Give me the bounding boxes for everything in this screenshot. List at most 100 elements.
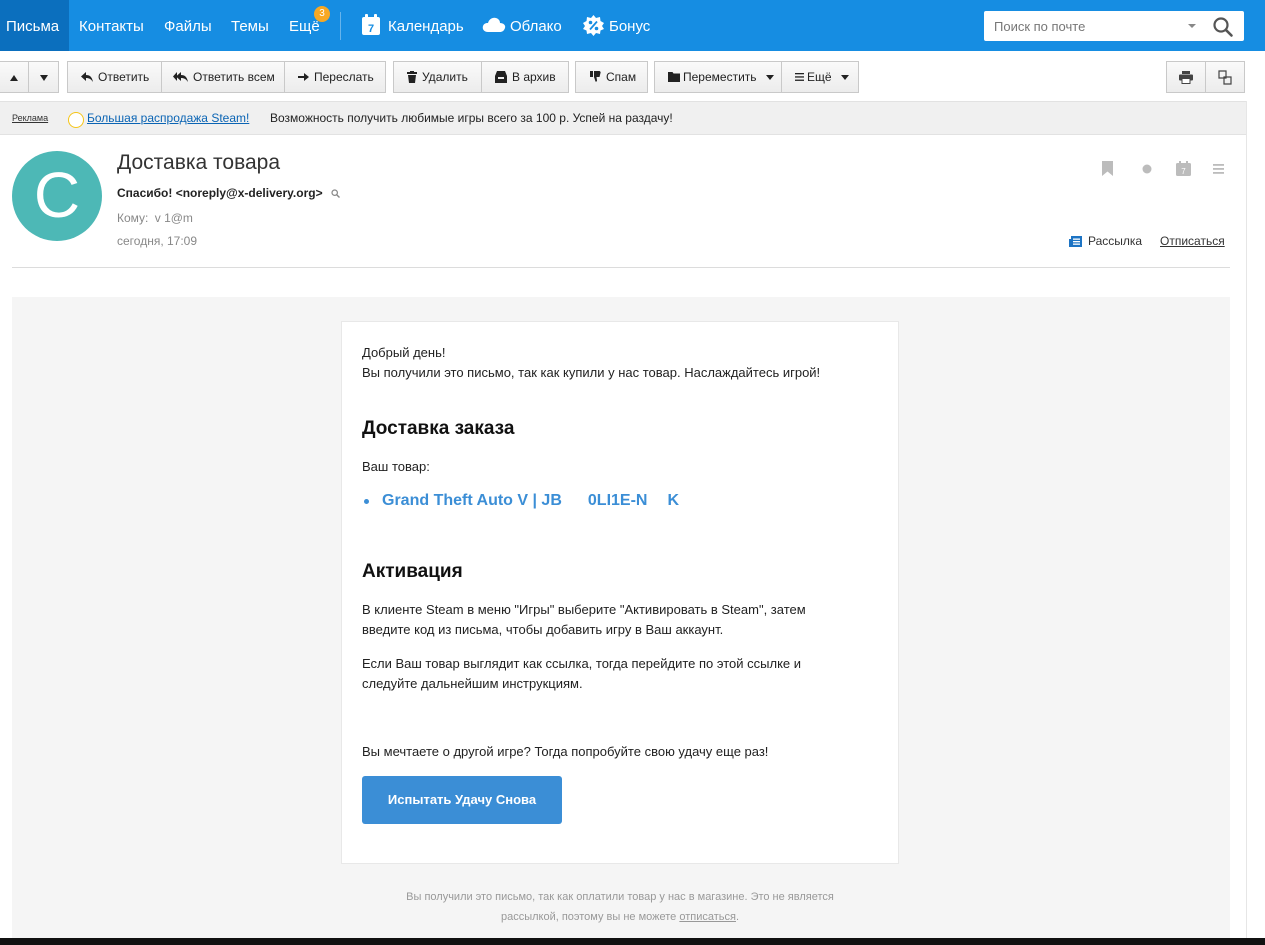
search-input[interactable] xyxy=(984,11,1184,41)
nav-cloud[interactable]: Облако xyxy=(510,0,562,51)
ad-link[interactable]: Большая распродажа Steam! xyxy=(87,102,249,135)
to-label: Кому: xyxy=(117,211,149,225)
search-icon[interactable] xyxy=(331,189,340,199)
message-toolbar: Ответить Ответить всем Переслать Удалить… xyxy=(0,51,1265,101)
delete-label: Удалить xyxy=(422,70,468,84)
nav-bonus[interactable]: Бонус xyxy=(609,0,650,51)
to-address[interactable]: v 1@m xyxy=(155,211,193,225)
spam-button[interactable]: Спам xyxy=(575,61,648,93)
footer-line-2-end: . xyxy=(735,911,740,923)
nav-divider xyxy=(340,12,341,40)
search-box xyxy=(984,11,1244,41)
email-card: Добрый день! Вы получили это письмо, так… xyxy=(341,321,899,864)
nav-tab-files[interactable]: Файлы xyxy=(164,0,212,51)
reply-icon xyxy=(81,71,93,82)
nav-tab-mail[interactable]: Письма xyxy=(0,0,69,51)
bonus-percent-icon xyxy=(583,15,604,36)
try-luck-again-button[interactable]: Испытать Удачу Снова xyxy=(362,776,562,824)
search-dropdown-caret-icon[interactable] xyxy=(1188,24,1196,28)
prev-message-button[interactable] xyxy=(0,61,29,93)
activation-line-2: введите код из письма, чтобы добавить иг… xyxy=(362,622,724,637)
footer-unsubscribe-link[interactable]: отписаться xyxy=(679,911,736,923)
spam-label: Спам xyxy=(606,70,637,84)
activation-heading: Активация xyxy=(362,561,463,582)
product-code-end: K xyxy=(667,492,680,509)
next-message-button[interactable] xyxy=(28,61,59,93)
message-date: сегодня, 17:09 xyxy=(117,234,198,248)
ad-circle-icon xyxy=(68,112,84,128)
nav-calendar[interactable]: Календарь xyxy=(388,0,464,51)
chevron-down-icon xyxy=(765,75,774,81)
product-link[interactable]: Grand Theft Auto V | JB 0LI1E-N K xyxy=(364,492,680,510)
list-bullet xyxy=(364,499,369,504)
activation-line-1: В клиенте Steam в меню "Игры" выберите "… xyxy=(362,602,806,617)
calendar-icon[interactable]: 7 xyxy=(1176,161,1191,176)
calendar-icon-day: 7 xyxy=(368,23,374,35)
link-instructions-line-2: следуйте дальнейшим инструкциям. xyxy=(362,676,583,691)
chevron-down-icon xyxy=(840,75,849,81)
reply-all-button[interactable]: Ответить всем xyxy=(161,61,285,93)
bookmark-icon[interactable] xyxy=(1101,161,1114,176)
document-convert-icon xyxy=(1218,70,1232,85)
move-dropdown-button[interactable]: Переместить xyxy=(654,61,782,93)
footer-note: Вы получили это письмо, так как оплатили… xyxy=(370,887,870,927)
translate-button[interactable] xyxy=(1205,61,1245,93)
dream-text: Вы мечтаете о другой игре? Тогда попробу… xyxy=(362,744,769,759)
menu-lines-icon xyxy=(795,72,804,81)
sender-address[interactable]: Спасибо! <noreply@x-delivery.org> xyxy=(117,186,323,200)
newsletter-badge: Рассылка xyxy=(1069,234,1142,248)
calendar-icon-day: 7 xyxy=(1181,167,1186,176)
search-icon[interactable] xyxy=(1212,16,1234,38)
window-bottom-edge xyxy=(0,938,1265,945)
unsubscribe-link[interactable]: Отписаться xyxy=(1160,234,1225,248)
newsletter-label: Рассылка xyxy=(1088,234,1143,248)
thumbs-down-icon xyxy=(590,71,601,83)
nav-tab-mail-label: Письма xyxy=(6,18,60,35)
ad-label[interactable]: Реклама xyxy=(12,102,48,135)
nav-tab-themes-label: Темы xyxy=(231,18,269,35)
scrollbar[interactable] xyxy=(1246,101,1265,945)
nav-calendar-label: Календарь xyxy=(388,18,464,35)
newsletter-icon xyxy=(1069,236,1082,248)
print-button[interactable] xyxy=(1166,61,1206,93)
reply-all-icon xyxy=(173,71,188,82)
reply-label: Ответить xyxy=(98,70,150,84)
footer-line-2: рассылкой, поэтому вы не можете отписать… xyxy=(370,907,870,927)
arrow-down-icon xyxy=(39,74,48,81)
nav-tab-files-label: Файлы xyxy=(164,18,212,35)
product-code-part: 0LI1E-N xyxy=(587,492,648,509)
ad-text: Возможность получить любимые игры всего … xyxy=(270,111,673,125)
more-dropdown-button[interactable]: Ещё xyxy=(781,61,859,93)
top-nav-bar: Письма Контакты Файлы Темы Ещё 3 7 Кален… xyxy=(0,0,1265,51)
nav-tab-more-label: Ещё xyxy=(289,18,320,35)
more-badge: 3 xyxy=(314,6,330,22)
nav-tab-contacts-label: Контакты xyxy=(79,18,144,35)
folder-icon xyxy=(668,71,680,82)
intro-text: Вы получили это письмо, так как купили у… xyxy=(362,365,821,380)
nav-tab-themes[interactable]: Темы xyxy=(231,0,269,51)
menu-lines-icon[interactable] xyxy=(1213,164,1224,174)
nav-bonus-label: Бонус xyxy=(609,18,651,35)
forward-label: Переслать xyxy=(314,70,374,84)
calendar-icon: 7 xyxy=(362,14,380,35)
greeting-text: Добрый день! xyxy=(362,345,446,360)
reply-button[interactable]: Ответить xyxy=(67,61,162,93)
message-to: Кому: v 1@m xyxy=(117,211,193,225)
footer-line-1: Вы получили это письмо, так как оплатили… xyxy=(406,891,834,903)
cloud-icon xyxy=(482,17,506,32)
your-item-label: Ваш товар: xyxy=(362,459,430,474)
archive-button[interactable]: В архив xyxy=(481,61,569,93)
ad-banner: Реклама Большая распродажа Steam! Возмож… xyxy=(0,101,1246,135)
archive-label: В архив xyxy=(512,70,556,84)
unread-dot-icon[interactable] xyxy=(1142,164,1152,174)
message-from[interactable]: Спасибо! <noreply@x-delivery.org> xyxy=(117,186,340,200)
message-subject: Доставка товара xyxy=(117,151,281,174)
product-name: Grand Theft Auto V | JB xyxy=(382,492,562,509)
forward-button[interactable]: Переслать xyxy=(284,61,386,93)
reply-all-label: Ответить всем xyxy=(193,70,275,84)
delete-button[interactable]: Удалить xyxy=(393,61,482,93)
printer-icon xyxy=(1179,71,1193,85)
nav-cloud-label: Облако xyxy=(510,18,562,35)
arrow-up-icon xyxy=(10,74,18,81)
nav-tab-contacts[interactable]: Контакты xyxy=(79,0,144,51)
